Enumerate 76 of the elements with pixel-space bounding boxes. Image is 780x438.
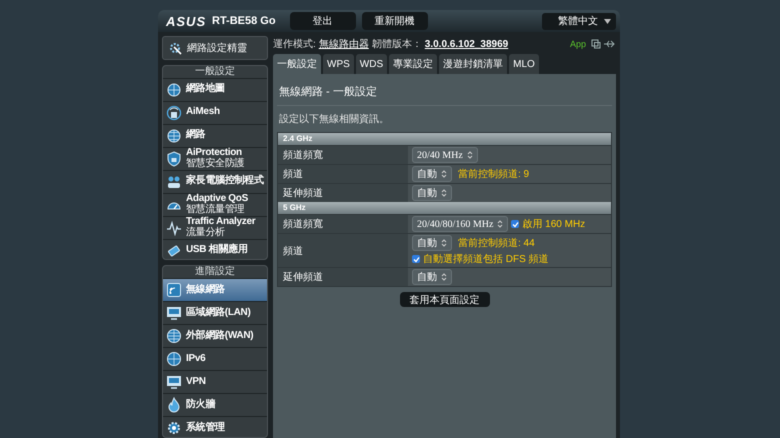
- brand-logo: ASUS: [166, 14, 206, 28]
- globe-icon: [166, 328, 182, 344]
- setting-label: 頻道頻寬: [278, 215, 408, 233]
- tab[interactable]: 一般設定: [273, 54, 321, 74]
- globe-icon: [166, 128, 182, 144]
- tab[interactable]: MLO: [509, 54, 539, 74]
- channel-note: 當前控制頻道: 9: [458, 168, 530, 181]
- mode-link[interactable]: 無線路由器: [318, 37, 369, 51]
- setting-label: 延伸頻道: [278, 184, 408, 202]
- checkbox-label: 自動選擇頻道包括 DFS 頻道: [423, 253, 549, 266]
- model-name: RT-BE58 Go: [212, 15, 276, 27]
- updown-icon: [441, 239, 447, 247]
- pulse-icon: [166, 220, 182, 236]
- menu-item[interactable]: AiProtection 智慧安全防護: [163, 148, 267, 171]
- setting-label: 頻道頻寬: [278, 146, 408, 164]
- setting-label: 頻道: [278, 165, 408, 183]
- checkbox[interactable]: [412, 255, 420, 263]
- header-button[interactable]: 重新開機: [362, 12, 428, 30]
- menu-item[interactable]: 防火牆: [163, 394, 267, 418]
- menu-item[interactable]: AiMesh: [163, 102, 267, 125]
- globe-icon: [166, 82, 182, 98]
- firmware-label: 韌體版本：: [372, 38, 422, 51]
- header-button[interactable]: 登出: [290, 12, 356, 30]
- checkbox-label: 啟用 160 MHz: [522, 218, 586, 231]
- language-dropdown[interactable]: 繁體中文: [542, 12, 616, 30]
- wizard-button[interactable]: 網路設定精靈: [162, 36, 268, 60]
- apply-button[interactable]: 套用本頁面設定: [400, 292, 490, 307]
- app-link[interactable]: App: [570, 39, 586, 49]
- flame-icon: [166, 397, 182, 414]
- menu-item[interactable]: 網路: [163, 124, 267, 148]
- updown-icon: [441, 273, 447, 281]
- monitor-icon: [166, 374, 182, 390]
- select-field[interactable]: 自動: [412, 235, 452, 251]
- band-header: 2.4 GHz: [278, 133, 611, 145]
- page-title: 無線網路 - 一般設定: [277, 78, 612, 106]
- tab[interactable]: WDS: [356, 54, 388, 74]
- menu-item[interactable]: Traffic Analyzer 流量分析: [163, 216, 267, 240]
- updown-icon: [497, 220, 504, 228]
- menu-item[interactable]: 區域網路(LAN): [163, 302, 267, 326]
- updown-icon: [466, 151, 473, 159]
- tab[interactable]: 專業設定: [389, 54, 438, 74]
- menu-item[interactable]: Adaptive QoS 智慧流量管理: [163, 194, 267, 217]
- gear-wand-icon: [168, 40, 182, 55]
- channel-note: 當前控制頻道: 44: [458, 236, 535, 250]
- monitor-icon: [166, 305, 182, 322]
- firmware-link[interactable]: 3.0.0.6.102_38969: [424, 38, 508, 50]
- mode-label: 運作模式:: [273, 38, 316, 51]
- menu-item[interactable]: VPN: [163, 371, 267, 394]
- menu-item[interactable]: 無線網路: [163, 279, 267, 302]
- select-field[interactable]: 自動: [412, 269, 452, 285]
- updown-icon: [441, 170, 447, 178]
- select-field[interactable]: 自動: [412, 166, 452, 182]
- copy-icon: [591, 39, 601, 49]
- menu-item[interactable]: 外部網路(WAN): [163, 325, 267, 348]
- setting-label: 延伸頻道: [278, 268, 408, 286]
- menu-item[interactable]: 家長電腦控制程式: [163, 170, 267, 194]
- people-icon: [166, 174, 182, 190]
- select-field[interactable]: 自動: [412, 185, 452, 201]
- menu-item[interactable]: 網路地圖: [163, 78, 267, 102]
- checkbox[interactable]: [511, 220, 520, 228]
- menu-item[interactable]: IPv6: [163, 348, 267, 372]
- caret-icon: [604, 18, 611, 24]
- globe-icon: [166, 351, 182, 368]
- menu-item[interactable]: USB 相關應用: [163, 240, 267, 260]
- select-field[interactable]: 20/40 MHz: [412, 147, 478, 163]
- select-field[interactable]: 20/40/80/160 MHz: [412, 216, 508, 232]
- menu-item[interactable]: 系統管理: [163, 417, 267, 437]
- updown-icon: [441, 189, 447, 197]
- setting-label: 頻道: [278, 234, 408, 267]
- gear-icon: [166, 420, 182, 436]
- tab[interactable]: 漫遊封鎖清單: [439, 54, 508, 74]
- usb-drive-icon: [166, 242, 182, 259]
- band-header: 5 GHz: [278, 202, 611, 214]
- tab[interactable]: WPS: [323, 54, 354, 74]
- shield-lock-icon: [166, 150, 182, 167]
- page-description: 設定以下無線相關資訊。: [278, 112, 390, 127]
